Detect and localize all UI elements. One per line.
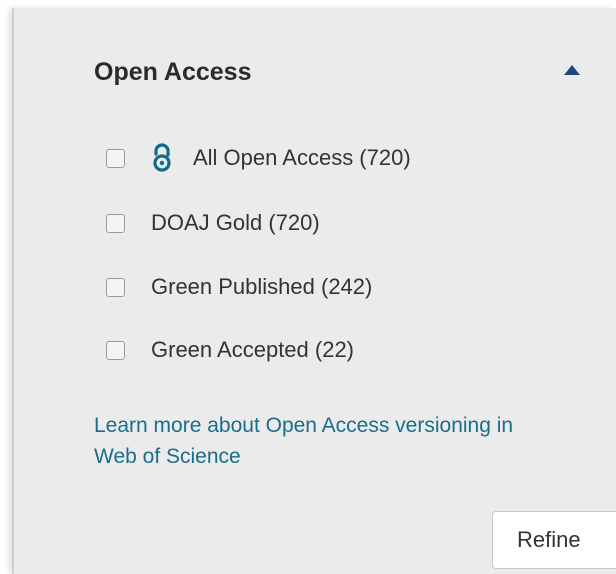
section-title: Open Access	[94, 58, 252, 86]
option-label: Green Published (242)	[151, 274, 373, 299]
filter-option-all-open-access[interactable]: All Open Access (720)	[106, 143, 411, 173]
collapse-arrow-icon[interactable]	[562, 63, 582, 77]
option-label: DOAJ Gold (720)	[151, 210, 320, 235]
filter-option-doaj-gold[interactable]: DOAJ Gold (720)	[106, 210, 320, 236]
checkbox[interactable]	[106, 148, 125, 168]
open-access-filter-panel: Open Access All Open Access (720) DOAJ G…	[12, 8, 616, 574]
filter-option-green-accepted[interactable]: Green Accepted (22)	[106, 337, 354, 363]
checkbox[interactable]	[106, 277, 125, 297]
learn-more-link[interactable]: Learn more about Open Access versioning …	[94, 410, 514, 472]
option-label: Green Accepted (22)	[151, 337, 355, 362]
checkbox[interactable]	[106, 340, 125, 360]
checkbox[interactable]	[106, 213, 125, 233]
open-access-icon	[153, 143, 171, 172]
refine-button[interactable]: Refine	[492, 511, 616, 569]
option-label: All Open Access (720)	[193, 145, 411, 170]
filter-option-green-published[interactable]: Green Published (242)	[106, 274, 372, 300]
